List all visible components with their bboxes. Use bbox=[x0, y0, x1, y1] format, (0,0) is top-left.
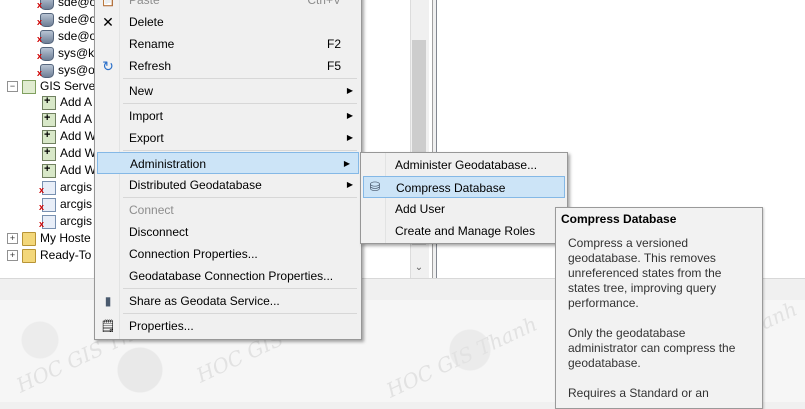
tree-item-ready-to-use-services[interactable]: + Ready-To bbox=[7, 247, 91, 264]
refresh-icon: ↻ bbox=[102, 58, 114, 74]
scroll-down-icon[interactable]: ⌄ bbox=[410, 262, 428, 276]
collapse-icon[interactable]: − bbox=[7, 81, 18, 93]
administration-submenu: Administer Geodatabase... ⛁ Compress Dat… bbox=[360, 152, 568, 244]
submenu-item-create-manage-roles[interactable]: Create and Manage Roles bbox=[361, 220, 567, 242]
tooltip: Compress Database Compress a versioned g… bbox=[555, 207, 763, 409]
menu-separator bbox=[123, 78, 357, 79]
database-connection-icon bbox=[37, 0, 54, 14]
properties-icon: 🗒 bbox=[100, 319, 116, 333]
menu-item-delete[interactable]: ✕ Delete bbox=[95, 11, 361, 33]
menu-item-refresh[interactable]: ↻ Refresh F5 bbox=[95, 55, 361, 77]
folder-icon bbox=[22, 248, 36, 263]
menu-item-import[interactable]: Import ▶ bbox=[95, 105, 361, 127]
submenu-arrow-icon: ▶ bbox=[346, 133, 353, 142]
database-connection-icon bbox=[37, 12, 54, 31]
delete-icon: ✕ bbox=[102, 14, 114, 30]
add-server-icon bbox=[42, 93, 56, 110]
menu-separator bbox=[123, 313, 357, 314]
database-connection-icon bbox=[37, 29, 54, 48]
submenu-arrow-icon: ▶ bbox=[346, 86, 353, 95]
menu-item-rename[interactable]: Rename F2 bbox=[95, 33, 361, 55]
tree-item-connection[interactable]: sde@o bbox=[37, 0, 96, 14]
menu-item-properties[interactable]: 🗒 Properties... bbox=[95, 315, 361, 337]
tooltip-description: Only the geodatabase administrator can c… bbox=[568, 326, 736, 370]
tooltip-description: Requires a Standard or an bbox=[568, 386, 709, 400]
arcgis-server-icon bbox=[39, 180, 56, 199]
menu-item-export[interactable]: Export ▶ bbox=[95, 127, 361, 149]
menu-item-connect[interactable]: Connect bbox=[95, 199, 361, 221]
submenu-arrow-icon: ▶ bbox=[343, 159, 350, 168]
menu-item-distributed-geodatabase[interactable]: Distributed Geodatabase ▶ bbox=[95, 174, 361, 196]
menu-item-share-as-geodata-service[interactable]: ▮ Share as Geodata Service... bbox=[95, 290, 361, 312]
tree-item-connection[interactable]: sde@o bbox=[37, 28, 96, 48]
menu-item-geodatabase-connection-properties[interactable]: Geodatabase Connection Properties... bbox=[95, 265, 361, 287]
menu-separator bbox=[123, 150, 357, 151]
tree-item-arcgis-connection[interactable]: arcgis bbox=[39, 213, 92, 233]
tooltip-title: Compress Database bbox=[561, 212, 677, 226]
share-service-icon: ▮ bbox=[104, 294, 112, 308]
tooltip-description: Compress a versioned geodatabase. This r… bbox=[568, 236, 722, 310]
menu-separator bbox=[123, 197, 357, 198]
database-connection-icon bbox=[37, 46, 54, 65]
submenu-item-compress-database[interactable]: ⛁ Compress Database bbox=[363, 176, 565, 198]
tree-item-add-server[interactable]: Add W bbox=[42, 161, 96, 179]
tree-item-arcgis-connection[interactable]: arcgis bbox=[39, 196, 92, 216]
tree-item-connection[interactable]: sys@k bbox=[37, 45, 94, 65]
arcgis-server-icon bbox=[39, 197, 56, 216]
add-server-icon bbox=[42, 161, 56, 178]
tree-item-add-server[interactable]: Add A bbox=[42, 110, 92, 128]
paste-icon: 📋 bbox=[100, 0, 116, 7]
menu-item-connection-properties[interactable]: Connection Properties... bbox=[95, 243, 361, 265]
database-connection-icon bbox=[37, 63, 54, 82]
compress-database-icon: ⛁ bbox=[369, 179, 381, 194]
add-server-icon bbox=[42, 144, 56, 161]
tree-item-my-hosted-services[interactable]: + My Hoste bbox=[7, 230, 91, 247]
menu-item-paste[interactable]: 📋 Paste Ctrl+V bbox=[95, 0, 361, 11]
tree-item-connection[interactable]: sys@o bbox=[37, 62, 95, 82]
context-menu: 📋 Paste Ctrl+V ✕ Delete Rename F2 ↻ Refr… bbox=[94, 0, 362, 340]
menu-item-disconnect[interactable]: Disconnect bbox=[95, 221, 361, 243]
submenu-arrow-icon: ▶ bbox=[346, 111, 353, 120]
add-server-icon bbox=[42, 110, 56, 127]
menu-separator bbox=[123, 288, 357, 289]
folder-icon bbox=[22, 231, 36, 246]
tree-item-arcgis-connection[interactable]: arcgis bbox=[39, 179, 92, 199]
arcgis-server-icon bbox=[39, 214, 56, 233]
tree-item-add-server[interactable]: Add A bbox=[42, 93, 92, 111]
tree-item-add-server[interactable]: Add W bbox=[42, 127, 96, 145]
expand-icon[interactable]: + bbox=[7, 233, 18, 245]
tree-item-connection[interactable]: sde@o bbox=[37, 11, 96, 31]
tree-item-gis-servers[interactable]: − GIS Server bbox=[7, 78, 99, 95]
submenu-item-administer-geodatabase[interactable]: Administer Geodatabase... bbox=[361, 154, 567, 176]
menu-separator bbox=[123, 103, 357, 104]
menu-item-new[interactable]: New ▶ bbox=[95, 80, 361, 102]
menu-item-administration[interactable]: Administration ▶ bbox=[97, 152, 359, 174]
watermark-text: HOC GIS Thanh bbox=[382, 311, 541, 403]
submenu-arrow-icon: ▶ bbox=[346, 180, 353, 189]
expand-icon[interactable]: + bbox=[7, 250, 18, 262]
submenu-item-add-user[interactable]: Add User bbox=[361, 198, 567, 220]
add-server-icon bbox=[42, 127, 56, 144]
tree-item-add-server[interactable]: Add W bbox=[42, 144, 96, 162]
gis-server-icon bbox=[22, 79, 36, 94]
